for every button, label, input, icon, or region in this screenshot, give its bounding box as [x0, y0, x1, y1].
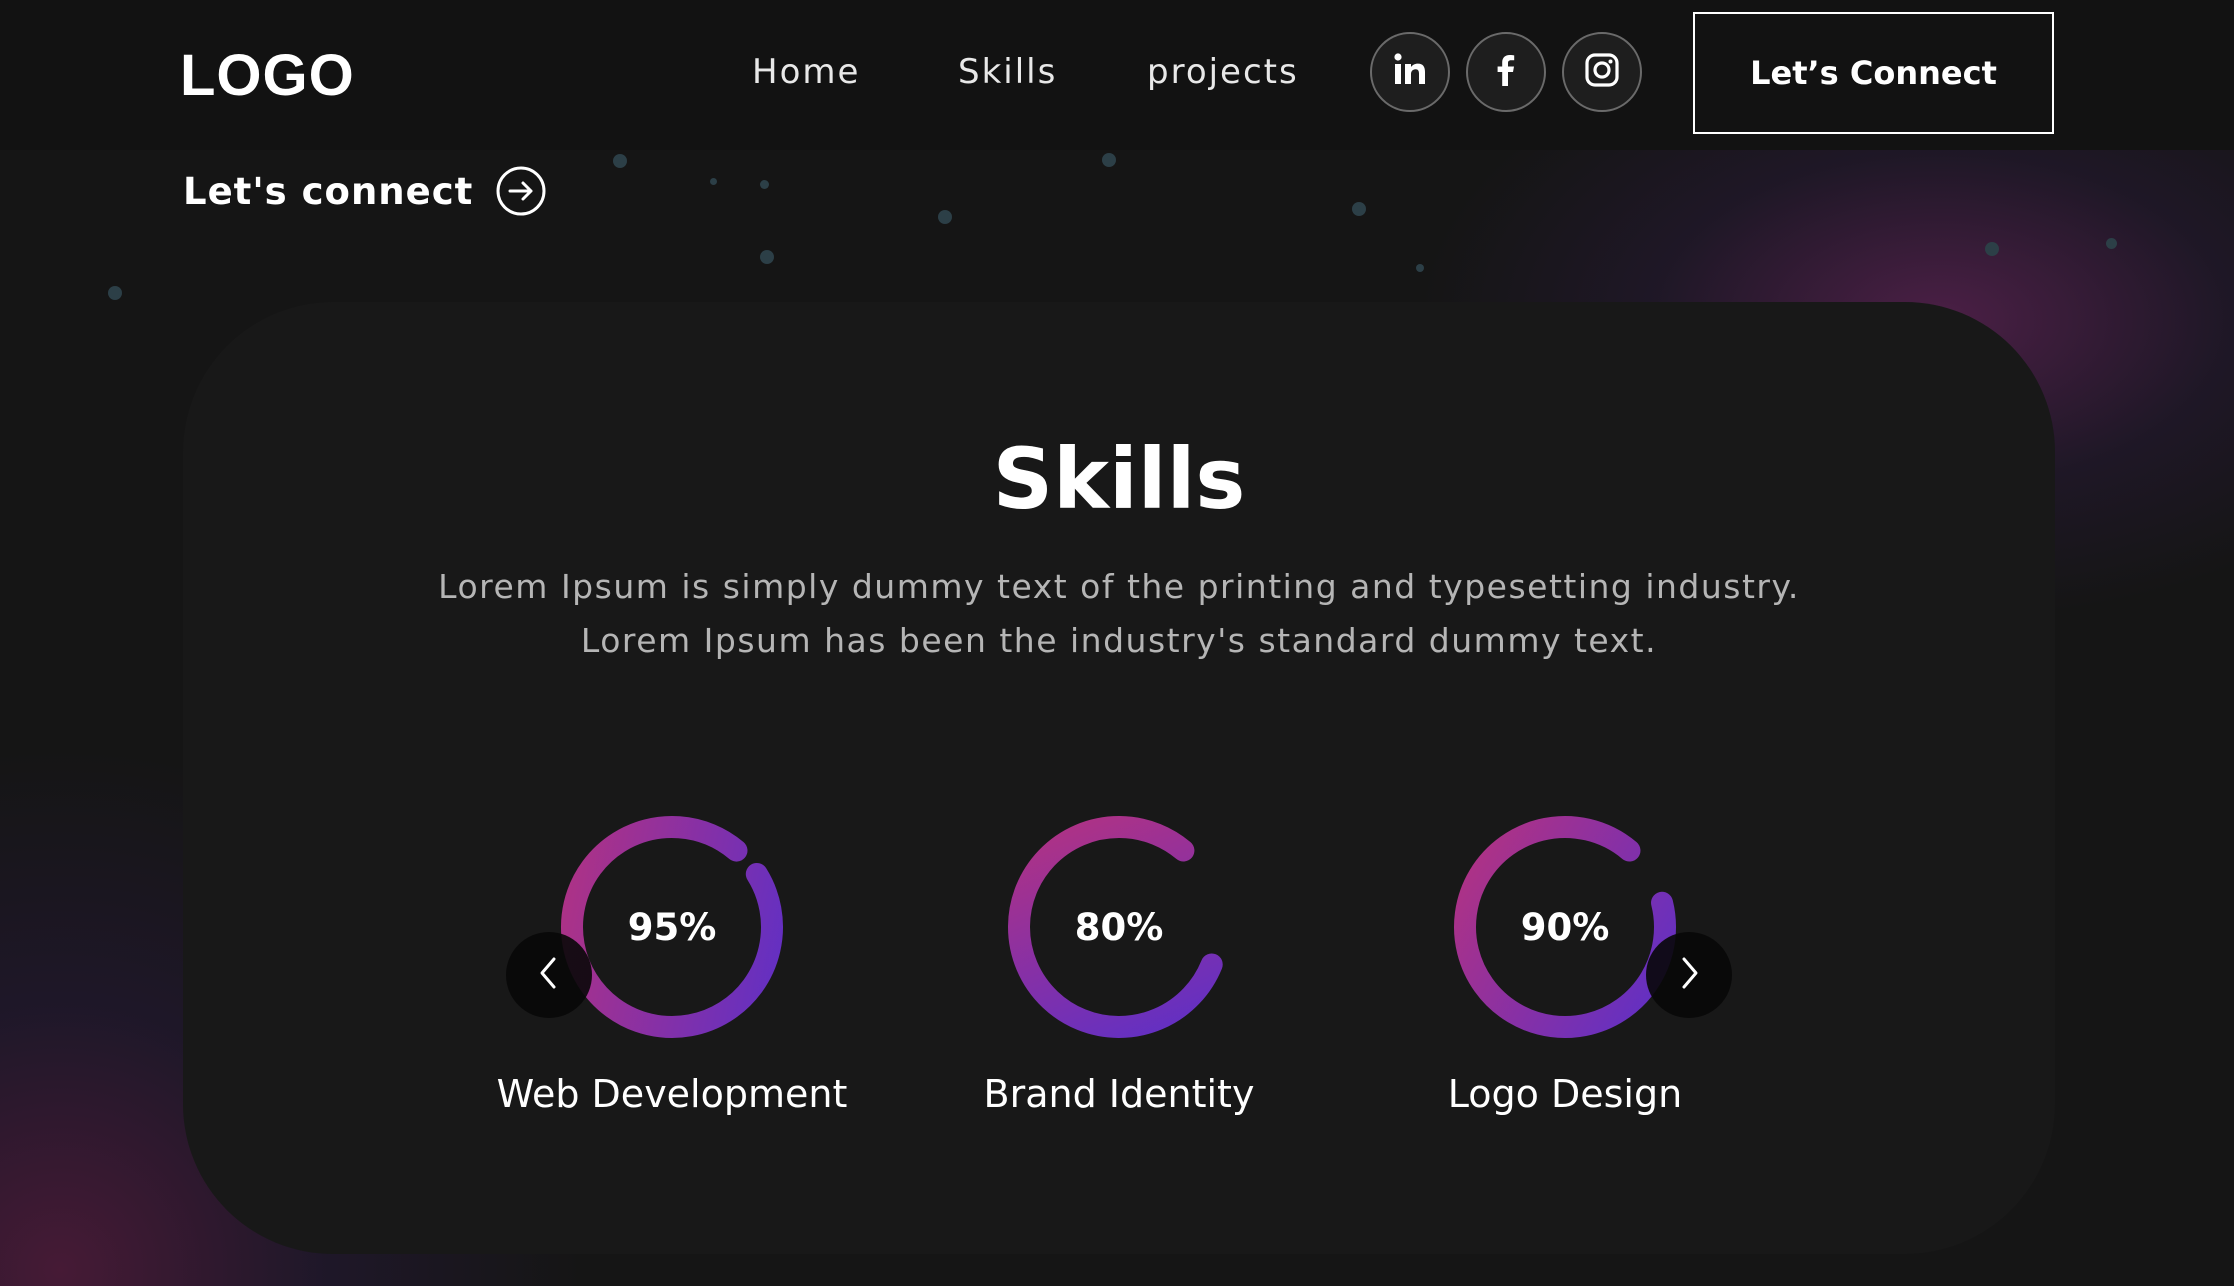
progress-ring: 95% — [557, 812, 787, 1042]
arrow-circle-right-icon — [495, 165, 547, 217]
star — [938, 210, 952, 224]
facebook-button[interactable] — [1466, 32, 1546, 112]
page: LOGO Home Skills projects Let’s Connect … — [0, 0, 2234, 1286]
skills-card: Skills Lorem Ipsum is simply dummy text … — [183, 302, 2055, 1254]
star — [760, 250, 774, 264]
star — [1416, 264, 1424, 272]
skill-name: Brand Identity — [983, 1072, 1255, 1116]
navbar: LOGO Home Skills projects Let’s Connect — [0, 0, 2234, 150]
skill-name: Web Development — [496, 1072, 848, 1116]
star — [108, 286, 122, 300]
skill-percent: 95% — [627, 905, 717, 949]
carousel-prev-button[interactable] — [506, 932, 592, 1018]
lets-connect-button[interactable]: Let’s Connect — [1693, 12, 2054, 134]
carousel-next-button[interactable] — [1646, 932, 1732, 1018]
nav-link-projects[interactable]: projects — [1147, 52, 1299, 92]
linkedin-icon — [1390, 50, 1430, 94]
skills-description-line-2: Lorem Ipsum has been the industry's stan… — [580, 621, 1658, 660]
linkedin-button[interactable] — [1370, 32, 1450, 112]
star — [1102, 153, 1116, 167]
logo[interactable]: LOGO — [180, 42, 355, 109]
star — [710, 178, 717, 185]
star — [1352, 202, 1366, 216]
star — [2106, 238, 2117, 249]
skill-percent: 90% — [1520, 905, 1610, 949]
instagram-icon — [1582, 50, 1622, 94]
lets-connect-link[interactable]: Let's connect — [183, 165, 547, 217]
skill-percent: 80% — [1074, 905, 1164, 949]
skill-name: Logo Design — [1447, 1072, 1683, 1116]
skills-description-line-1: Lorem Ipsum is simply dummy text of the … — [438, 567, 1800, 606]
chevron-left-icon — [534, 953, 564, 997]
star — [760, 180, 769, 189]
facebook-icon — [1486, 50, 1526, 94]
star — [613, 154, 627, 168]
chevron-right-icon — [1674, 953, 1704, 997]
skills-title: Skills — [992, 430, 1246, 528]
nav-link-skills[interactable]: Skills — [958, 52, 1057, 92]
progress-ring: 90% — [1450, 812, 1680, 1042]
progress-ring: 80% — [1004, 812, 1234, 1042]
skills-description: Lorem Ipsum is simply dummy text of the … — [183, 560, 2055, 668]
skill-item-brand-identity: 80% Brand Identity — [909, 812, 1329, 1116]
nav-link-home[interactable]: Home — [752, 52, 860, 92]
star — [1985, 242, 1999, 256]
lets-connect-label: Let's connect — [183, 169, 474, 213]
instagram-button[interactable] — [1562, 32, 1642, 112]
